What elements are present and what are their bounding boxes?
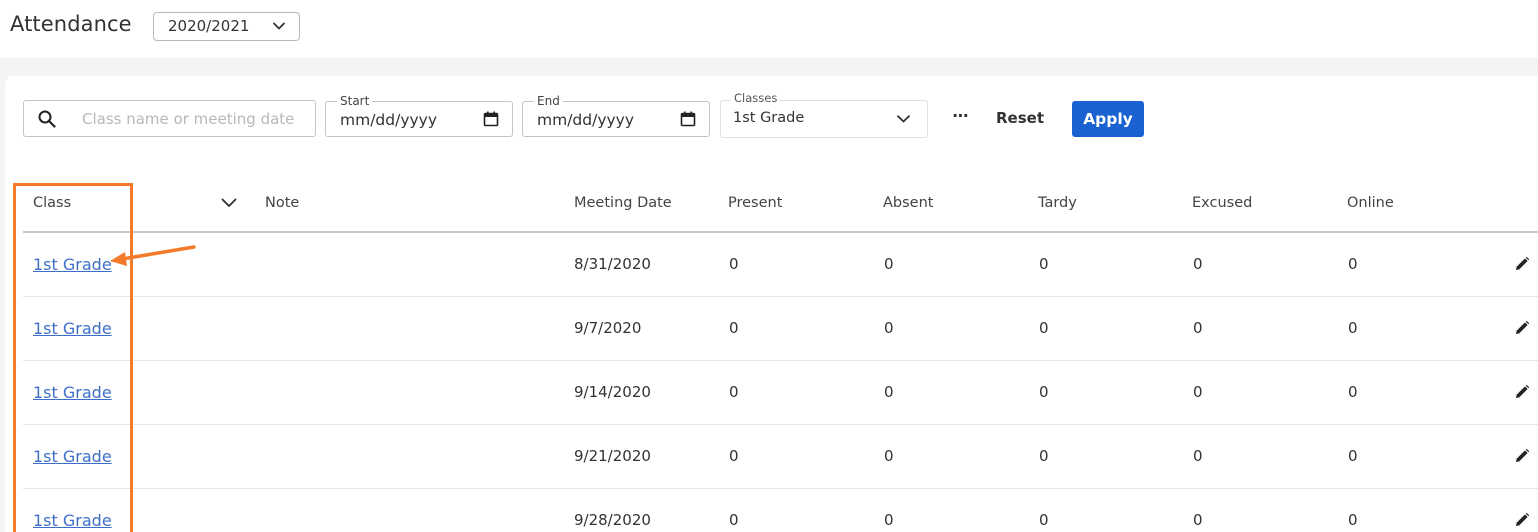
absent-cell: 0 bbox=[884, 319, 894, 337]
end-date-label: End bbox=[534, 93, 563, 109]
present-cell: 0 bbox=[729, 447, 739, 465]
tardy-cell: 0 bbox=[1039, 383, 1049, 401]
reset-button[interactable]: Reset bbox=[990, 104, 1050, 132]
page-title: Attendance bbox=[10, 12, 132, 36]
present-cell: 0 bbox=[729, 319, 739, 337]
apply-button[interactable]: Apply bbox=[1072, 101, 1144, 137]
more-options-button[interactable]: ⋯ bbox=[946, 104, 976, 132]
search-icon bbox=[38, 110, 56, 128]
class-link[interactable]: 1st Grade bbox=[33, 447, 112, 466]
top-bar: Attendance 2020/2021 bbox=[0, 0, 1538, 58]
start-date-field[interactable]: Start mm/dd/yyyy bbox=[325, 93, 513, 137]
absent-cell: 0 bbox=[884, 383, 894, 401]
class-link[interactable]: 1st Grade bbox=[33, 319, 112, 338]
online-cell: 0 bbox=[1348, 447, 1358, 465]
excused-cell: 0 bbox=[1193, 255, 1203, 273]
end-date-value: mm/dd/yyyy bbox=[537, 111, 635, 129]
classes-value: 1st Grade bbox=[733, 110, 805, 126]
start-date-label: Start bbox=[337, 93, 373, 109]
meeting-date-cell: 9/7/2020 bbox=[574, 319, 642, 337]
present-cell: 0 bbox=[729, 255, 739, 273]
pencil-icon[interactable] bbox=[1514, 512, 1530, 528]
search-box[interactable] bbox=[23, 100, 316, 137]
classes-label: Classes bbox=[731, 90, 781, 106]
online-cell: 0 bbox=[1348, 255, 1358, 273]
present-cell: 0 bbox=[729, 383, 739, 401]
column-header-online: Online bbox=[1347, 195, 1394, 211]
calendar-icon[interactable] bbox=[483, 111, 499, 127]
start-date-value: mm/dd/yyyy bbox=[340, 111, 438, 129]
table-row: 1st Grade 8/31/2020 0 0 0 0 0 bbox=[23, 233, 1538, 297]
excused-cell: 0 bbox=[1193, 319, 1203, 337]
school-year-select[interactable]: 2020/2021 bbox=[153, 12, 300, 41]
tardy-cell: 0 bbox=[1039, 319, 1049, 337]
column-header-class[interactable]: Class bbox=[33, 195, 71, 211]
class-link[interactable]: 1st Grade bbox=[33, 511, 112, 530]
table-row: 1st Grade 9/28/2020 0 0 0 0 0 bbox=[23, 489, 1538, 532]
chevron-down-icon[interactable] bbox=[221, 198, 237, 208]
online-cell: 0 bbox=[1348, 319, 1358, 337]
end-date-field[interactable]: End mm/dd/yyyy bbox=[522, 93, 710, 137]
absent-cell: 0 bbox=[884, 511, 894, 529]
table-row: 1st Grade 9/14/2020 0 0 0 0 0 bbox=[23, 361, 1538, 425]
meeting-date-cell: 8/31/2020 bbox=[574, 255, 651, 273]
classes-select[interactable]: Classes 1st Grade bbox=[720, 90, 928, 138]
calendar-icon[interactable] bbox=[680, 111, 696, 127]
present-cell: 0 bbox=[729, 511, 739, 529]
tardy-cell: 0 bbox=[1039, 447, 1049, 465]
excused-cell: 0 bbox=[1193, 383, 1203, 401]
column-header-tardy: Tardy bbox=[1038, 195, 1077, 211]
absent-cell: 0 bbox=[884, 447, 894, 465]
column-header-absent: Absent bbox=[883, 195, 934, 211]
school-year-value: 2020/2021 bbox=[168, 17, 250, 35]
chevron-down-icon bbox=[273, 22, 285, 30]
pencil-icon[interactable] bbox=[1514, 256, 1530, 272]
excused-cell: 0 bbox=[1193, 447, 1203, 465]
meeting-date-cell: 9/14/2020 bbox=[574, 383, 651, 401]
pencil-icon[interactable] bbox=[1514, 320, 1530, 336]
chevron-down-icon bbox=[897, 115, 910, 123]
tardy-cell: 0 bbox=[1039, 511, 1049, 529]
search-input[interactable] bbox=[82, 103, 310, 134]
absent-cell: 0 bbox=[884, 255, 894, 273]
table-row: 1st Grade 9/21/2020 0 0 0 0 0 bbox=[23, 425, 1538, 489]
pencil-icon[interactable] bbox=[1514, 448, 1530, 464]
meeting-date-cell: 9/28/2020 bbox=[574, 511, 651, 529]
online-cell: 0 bbox=[1348, 383, 1358, 401]
column-header-excused: Excused bbox=[1192, 195, 1253, 211]
class-link[interactable]: 1st Grade bbox=[33, 255, 112, 274]
meeting-date-cell: 9/21/2020 bbox=[574, 447, 651, 465]
online-cell: 0 bbox=[1348, 511, 1358, 529]
pencil-icon[interactable] bbox=[1514, 384, 1530, 400]
table-row: 1st Grade 9/7/2020 0 0 0 0 0 bbox=[23, 297, 1538, 361]
tardy-cell: 0 bbox=[1039, 255, 1049, 273]
column-header-meeting-date: Meeting Date bbox=[574, 195, 672, 211]
column-header-present: Present bbox=[728, 195, 783, 211]
class-link[interactable]: 1st Grade bbox=[33, 383, 112, 402]
excused-cell: 0 bbox=[1193, 511, 1203, 529]
column-header-note: Note bbox=[265, 195, 300, 211]
